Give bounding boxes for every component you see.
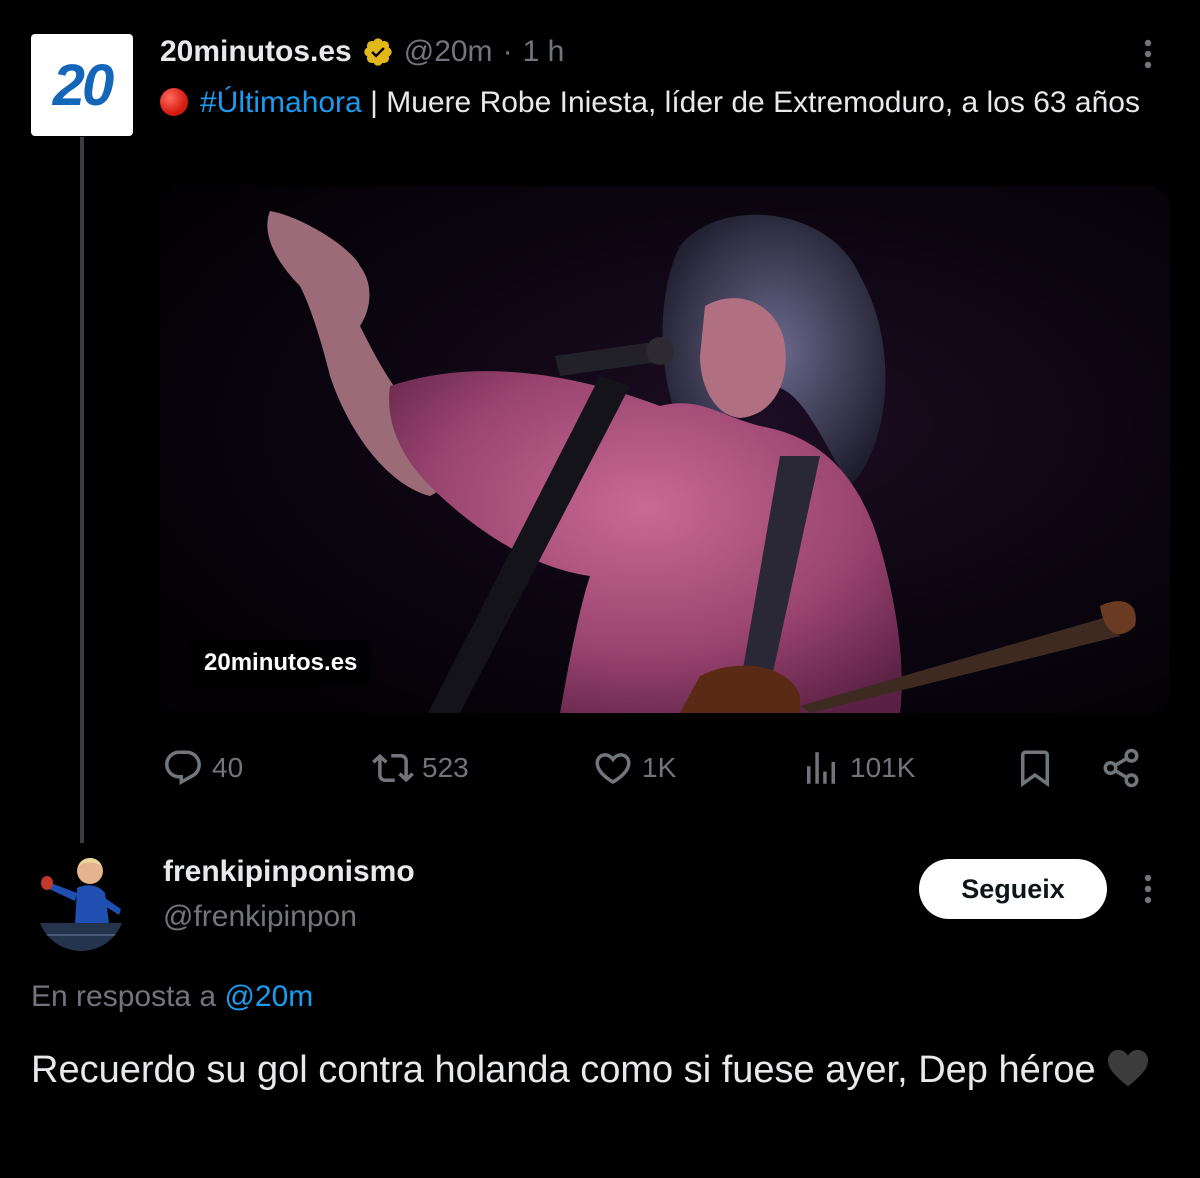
more-icon[interactable] bbox=[1130, 871, 1166, 907]
reply-body: Recuerdo su gol contra holanda como si f… bbox=[31, 1049, 1096, 1091]
views-icon bbox=[807, 752, 835, 784]
more-icon[interactable] bbox=[1130, 36, 1166, 72]
reply-author-name[interactable]: frenkipinponismo bbox=[163, 855, 415, 889]
avatar-logo-text: 20 bbox=[52, 52, 114, 118]
share-button[interactable] bbox=[1100, 744, 1142, 792]
tweet-header: 20minutos.es @20m · 1 h bbox=[160, 30, 564, 74]
separator-dot: · bbox=[502, 35, 513, 68]
avatar-image bbox=[37, 843, 125, 951]
reply-icon bbox=[165, 750, 201, 785]
reply-author-handle[interactable]: @frenkipinpon bbox=[163, 900, 357, 934]
repost-count: 523 bbox=[422, 752, 469, 783]
tweet-body: | Muere Robe Iniesta, líder de Extremodu… bbox=[361, 86, 1140, 119]
reply-count: 40 bbox=[212, 752, 244, 783]
bookmark-button[interactable] bbox=[1014, 744, 1056, 792]
tweet-timestamp[interactable]: 1 h bbox=[523, 35, 565, 69]
hashtag-link[interactable]: #Últimahora bbox=[200, 86, 362, 119]
reply-author-avatar[interactable] bbox=[37, 843, 125, 951]
follow-button[interactable]: Segueix bbox=[919, 859, 1107, 919]
media-source-label: 20minutos.es bbox=[190, 640, 372, 686]
like-icon bbox=[595, 753, 631, 785]
bookmark-icon bbox=[1021, 750, 1049, 788]
concert-photo bbox=[160, 186, 1170, 713]
author-avatar[interactable]: 20 bbox=[31, 34, 133, 136]
reply-context: En resposta a @20m bbox=[31, 980, 313, 1014]
share-icon bbox=[1103, 748, 1139, 788]
views-button[interactable]: 101K bbox=[800, 744, 915, 792]
like-button[interactable]: 1K bbox=[592, 744, 676, 792]
live-dot-icon bbox=[160, 88, 188, 116]
repost-button[interactable]: 523 bbox=[372, 744, 469, 792]
like-count: 1K bbox=[642, 752, 677, 783]
reply-context-prefix: En resposta a bbox=[31, 980, 225, 1013]
author-display-name[interactable]: 20minutos.es bbox=[160, 35, 352, 69]
reply-button[interactable]: 40 bbox=[162, 744, 243, 792]
black-heart-icon bbox=[1108, 1049, 1149, 1087]
thread-line bbox=[80, 137, 84, 843]
reply-text: Recuerdo su gol contra holanda como si f… bbox=[31, 1043, 1151, 1097]
views-count: 101K bbox=[850, 752, 916, 783]
repost-icon bbox=[372, 753, 414, 783]
author-handle[interactable]: @20m bbox=[404, 35, 493, 69]
verified-badge-icon bbox=[364, 38, 392, 66]
tweet-text: #Últimahora | Muere Robe Iniesta, líder … bbox=[160, 80, 1140, 126]
reply-mention-link[interactable]: @20m bbox=[224, 980, 313, 1013]
tweet-media-image[interactable] bbox=[160, 186, 1170, 713]
